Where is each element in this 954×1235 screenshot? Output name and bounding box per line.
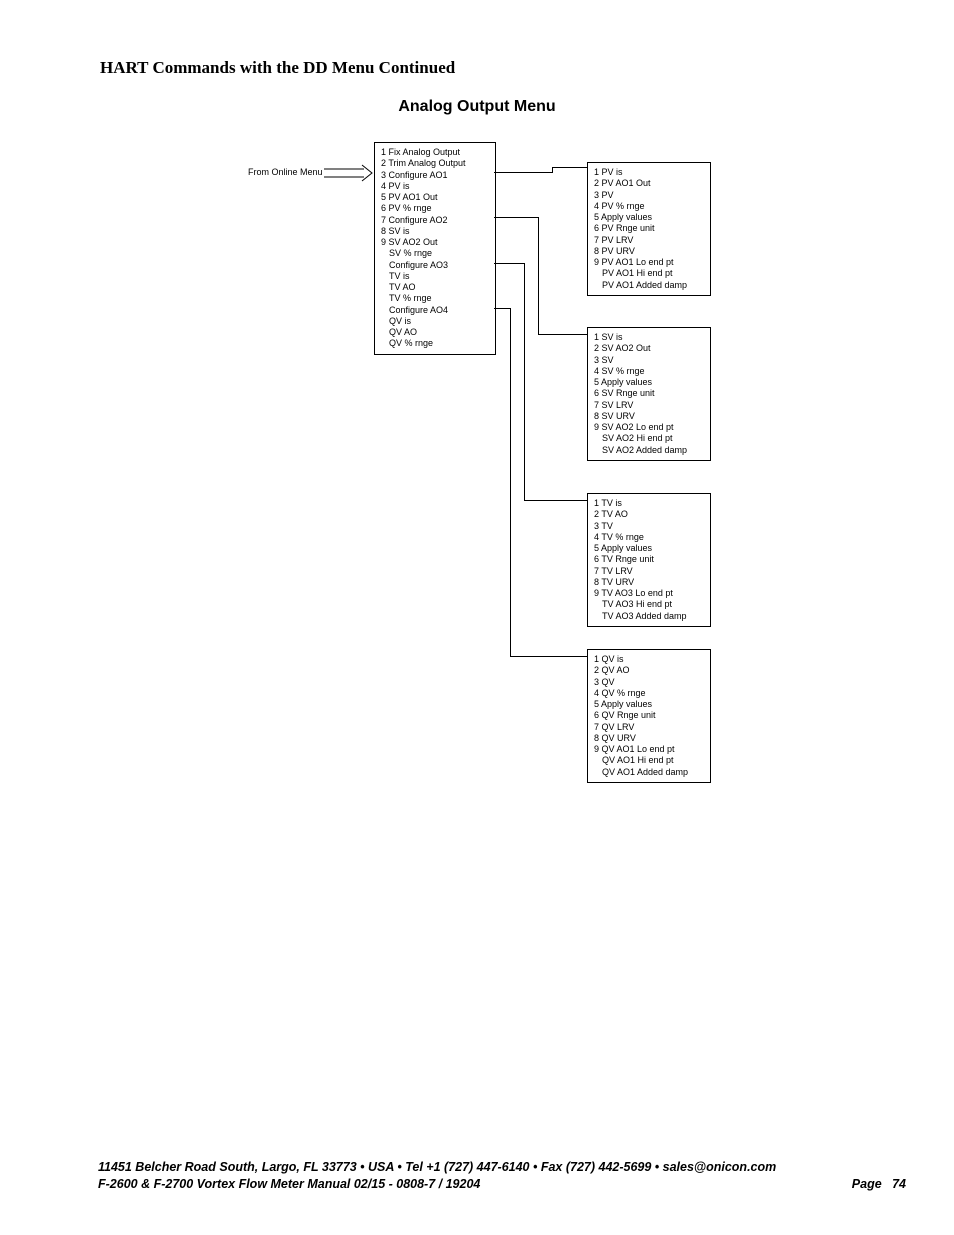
page-number: Page 74 — [852, 1176, 906, 1193]
menu-item: SV % rnge — [381, 248, 489, 259]
menu-item: 1 Fix Analog Output — [381, 147, 489, 158]
page-footer: 11451 Belcher Road South, Largo, FL 3377… — [98, 1159, 906, 1193]
menu-item: 1 PV is — [594, 167, 704, 178]
menu-item: QV AO — [381, 327, 489, 338]
connector — [494, 263, 524, 264]
diagram: From Online Menu 1 Fix Analog Output2 Tr… — [0, 0, 954, 900]
menu-item: 4 PV is — [381, 181, 489, 192]
connector — [510, 308, 511, 656]
menu-item: 2 SV AO2 Out — [594, 343, 704, 354]
page: HART Commands with the DD Menu Continued… — [0, 0, 954, 1235]
menu-item: 8 SV URV — [594, 411, 704, 422]
connector — [494, 217, 538, 218]
menu-item: 4 PV % rnge — [594, 201, 704, 212]
menu-item: 3 SV — [594, 355, 704, 366]
menu-item: PV AO1 Added damp — [594, 280, 704, 291]
connector — [538, 334, 587, 335]
footer-line-2-left: F-2600 & F-2700 Vortex Flow Meter Manual… — [98, 1176, 480, 1193]
menu-item: TV AO3 Hi end pt — [594, 599, 704, 610]
menu-item: 7 TV LRV — [594, 566, 704, 577]
menu-item: 8 PV URV — [594, 246, 704, 257]
menu-item: 4 QV % rnge — [594, 688, 704, 699]
from-online-menu-label: From Online Menu — [248, 167, 323, 178]
menu-item: TV % rnge — [381, 293, 489, 304]
configure-ao1-box: 1 PV is2 PV AO1 Out3 PV4 PV % rnge5 Appl… — [587, 162, 711, 296]
menu-item: TV AO — [381, 282, 489, 293]
menu-item: 6 SV Rnge unit — [594, 388, 704, 399]
menu-item: 8 QV URV — [594, 733, 704, 744]
menu-item: 3 TV — [594, 521, 704, 532]
menu-item: 5 PV AO1 Out — [381, 192, 489, 203]
menu-item: 4 SV % rnge — [594, 366, 704, 377]
connector — [510, 656, 587, 657]
menu-item: 7 SV LRV — [594, 400, 704, 411]
menu-item: 7 Configure AO2 — [381, 215, 489, 226]
connector — [524, 500, 587, 501]
menu-item: 5 Apply values — [594, 212, 704, 223]
menu-item: 9 SV AO2 Lo end pt — [594, 422, 704, 433]
main-menu-box: 1 Fix Analog Output2 Trim Analog Output3… — [374, 142, 496, 355]
menu-item: 2 QV AO — [594, 665, 704, 676]
menu-item: 3 QV — [594, 677, 704, 688]
menu-item: 2 PV AO1 Out — [594, 178, 704, 189]
menu-item: 5 Apply values — [594, 377, 704, 388]
menu-item: 9 PV AO1 Lo end pt — [594, 257, 704, 268]
menu-item: SV AO2 Added damp — [594, 445, 704, 456]
menu-item: 5 Apply values — [594, 543, 704, 554]
menu-item: 9 TV AO3 Lo end pt — [594, 588, 704, 599]
menu-item: QV AO1 Added damp — [594, 767, 704, 778]
menu-item: QV % rnge — [381, 338, 489, 349]
menu-item: 2 TV AO — [594, 509, 704, 520]
menu-item: 5 Apply values — [594, 699, 704, 710]
menu-item: 9 QV AO1 Lo end pt — [594, 744, 704, 755]
connector — [494, 172, 552, 173]
arrow-icon — [324, 164, 374, 182]
menu-item: 6 TV Rnge unit — [594, 554, 704, 565]
connector — [552, 167, 587, 168]
menu-item: QV is — [381, 316, 489, 327]
menu-item: 1 TV is — [594, 498, 704, 509]
configure-ao3-box: 1 TV is2 TV AO3 TV4 TV % rnge5 Apply val… — [587, 493, 711, 627]
menu-item: Configure AO4 — [381, 305, 489, 316]
menu-item: 2 Trim Analog Output — [381, 158, 489, 169]
configure-ao4-box: 1 QV is2 QV AO3 QV4 QV % rnge5 Apply val… — [587, 649, 711, 783]
connector — [524, 263, 525, 500]
configure-ao2-box: 1 SV is2 SV AO2 Out3 SV4 SV % rnge5 Appl… — [587, 327, 711, 461]
menu-item: 1 SV is — [594, 332, 704, 343]
menu-item: 6 QV Rnge unit — [594, 710, 704, 721]
menu-item: TV AO3 Added damp — [594, 611, 704, 622]
menu-item: QV AO1 Hi end pt — [594, 755, 704, 766]
menu-item: 8 SV is — [381, 226, 489, 237]
menu-item: 1 QV is — [594, 654, 704, 665]
menu-item: 3 Configure AO1 — [381, 170, 489, 181]
menu-item: 8 TV URV — [594, 577, 704, 588]
menu-item: 9 SV AO2 Out — [381, 237, 489, 248]
menu-item: 3 PV — [594, 190, 704, 201]
menu-item: 7 QV LRV — [594, 722, 704, 733]
menu-item: 4 TV % rnge — [594, 532, 704, 543]
menu-item: 6 PV Rnge unit — [594, 223, 704, 234]
menu-item: Configure AO3 — [381, 260, 489, 271]
menu-item: SV AO2 Hi end pt — [594, 433, 704, 444]
connector — [494, 308, 510, 309]
menu-item: TV is — [381, 271, 489, 282]
menu-item: 6 PV % rnge — [381, 203, 489, 214]
menu-item: PV AO1 Hi end pt — [594, 268, 704, 279]
connector — [538, 217, 539, 334]
menu-item: 7 PV LRV — [594, 235, 704, 246]
footer-line-1: 11451 Belcher Road South, Largo, FL 3377… — [98, 1159, 906, 1176]
